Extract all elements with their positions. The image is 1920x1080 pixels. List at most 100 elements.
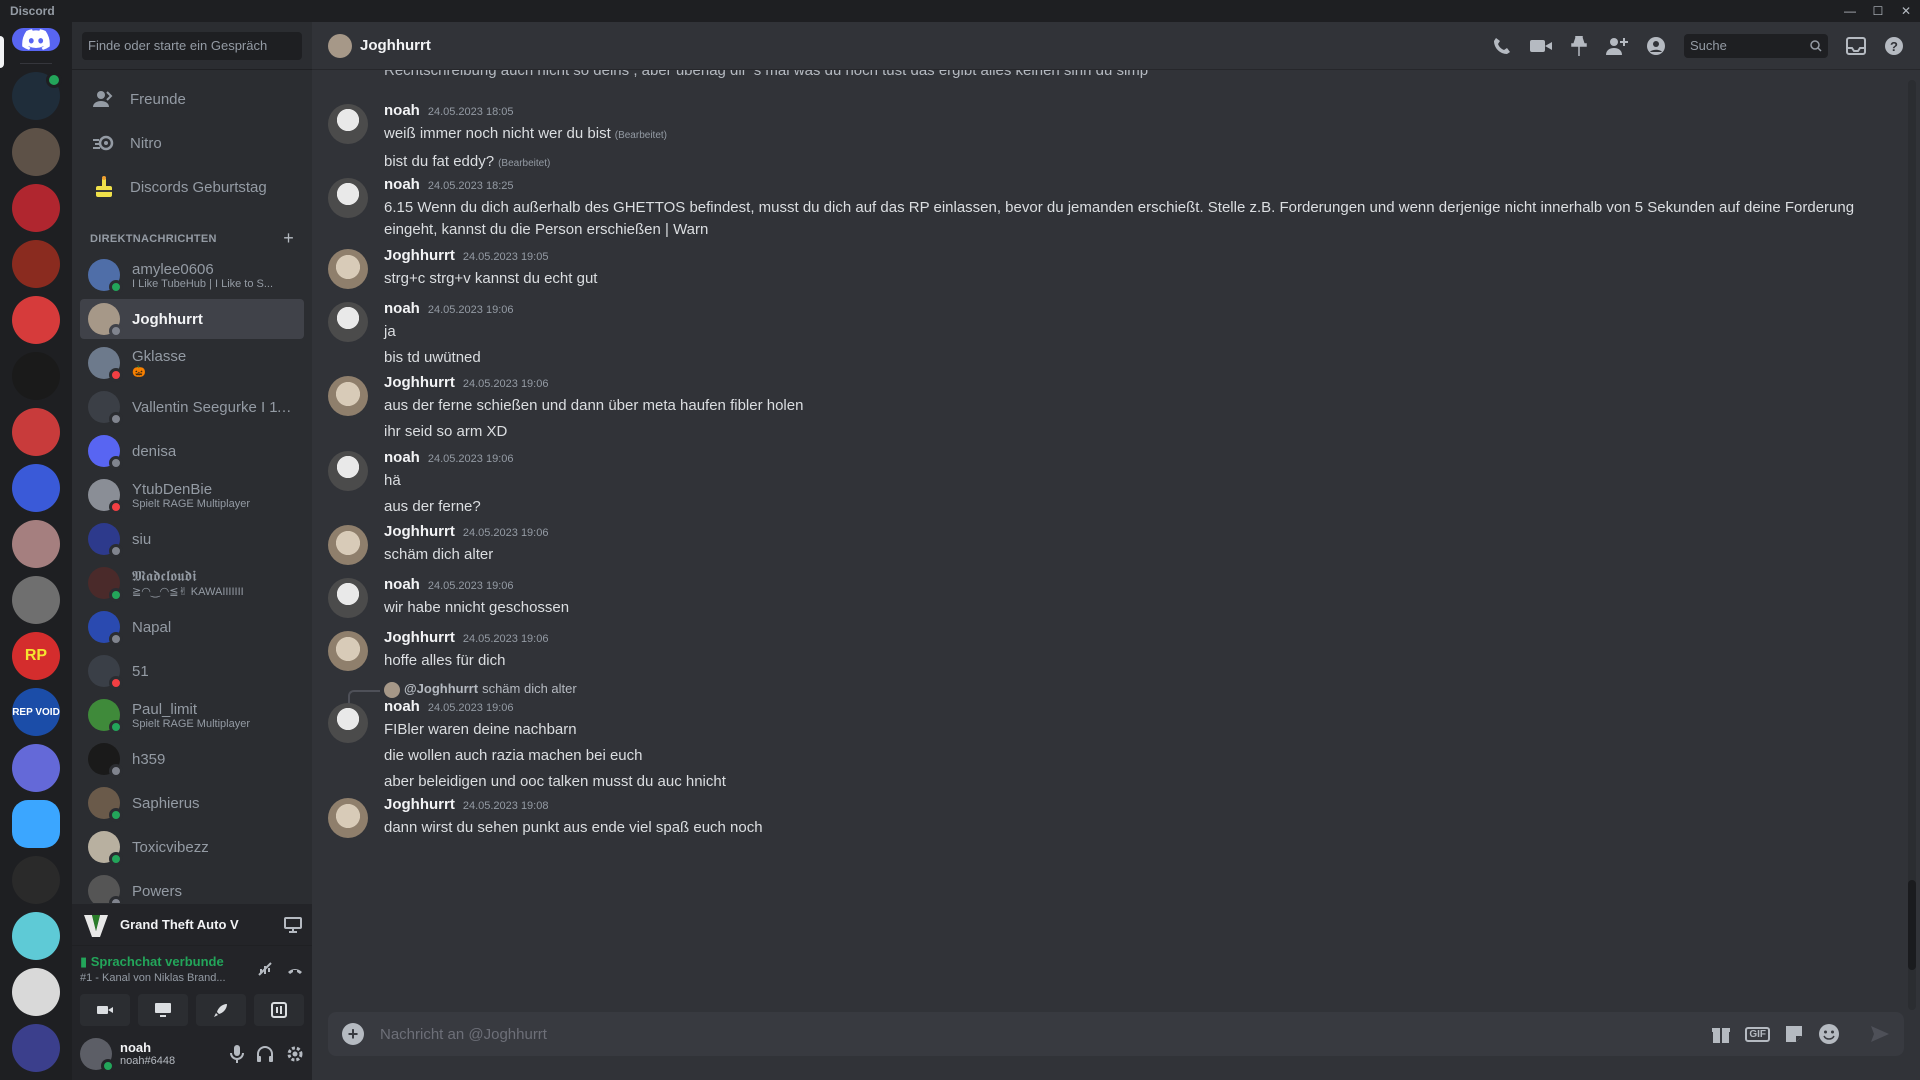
server-icon[interactable]: REP VOID <box>12 688 60 736</box>
emoji-icon[interactable] <box>1818 1023 1840 1045</box>
message-avatar[interactable] <box>328 578 368 618</box>
dm-item[interactable]: denisa <box>80 431 304 471</box>
server-icon[interactable] <box>12 1024 60 1072</box>
dm-item[interactable]: Vallentin Seegurke I 11... <box>80 387 304 427</box>
message-author[interactable]: noah <box>384 698 420 715</box>
message-avatar[interactable] <box>328 302 368 342</box>
server-icon[interactable] <box>12 128 60 176</box>
microphone-icon[interactable] <box>230 1044 244 1063</box>
status-dot <box>109 632 123 646</box>
message-avatar[interactable] <box>328 249 368 289</box>
nav-nitro[interactable]: Nitro <box>80 122 304 164</box>
message-author[interactable]: Joghhurrt <box>384 629 455 646</box>
message-author[interactable]: Joghhurrt <box>384 374 455 391</box>
message-avatar[interactable] <box>328 631 368 671</box>
message-avatar[interactable] <box>328 798 368 838</box>
server-icon[interactable] <box>12 968 60 1016</box>
dm-item[interactable]: Gklasse 🎃 <box>80 343 304 383</box>
server-icon[interactable] <box>12 576 60 624</box>
server-icon[interactable] <box>12 744 60 792</box>
chat-search-input[interactable]: Suche <box>1684 33 1828 58</box>
minimize-button[interactable]: — <box>1836 0 1864 22</box>
message-author[interactable]: noah <box>384 449 420 466</box>
headphones-icon[interactable] <box>256 1045 274 1063</box>
dm-item[interactable]: siu <box>80 519 304 559</box>
attach-plus-icon[interactable]: + <box>342 1023 364 1045</box>
home-button[interactable] <box>0 28 60 69</box>
voice-call-icon[interactable] <box>1492 36 1512 56</box>
gift-icon[interactable] <box>1711 1024 1731 1044</box>
video-call-icon[interactable] <box>1530 38 1552 54</box>
soundboard-button[interactable] <box>254 994 304 1026</box>
message-avatar[interactable] <box>328 451 368 491</box>
close-button[interactable]: ✕ <box>1892 0 1920 22</box>
message-group: Joghhurrt 24.05.2023 19:05 strg+c strg+v k… <box>328 247 1888 290</box>
message-avatar[interactable] <box>328 703 368 743</box>
dm-item[interactable]: amylee0606 I Like TubeHub | I Like to S..… <box>80 255 304 295</box>
sticker-icon[interactable] <box>1784 1024 1804 1044</box>
message-group: Joghhurrt 24.05.2023 19:08 dann wirst du s… <box>328 796 1888 839</box>
activity-button[interactable] <box>196 994 246 1026</box>
reply-preview[interactable]: @Joghhurrt schäm dich alter <box>328 681 1888 704</box>
chat-scrollbar[interactable] <box>1908 80 1916 1010</box>
voice-channel-name[interactable]: #1 - Kanal von Niklas Brand... <box>80 972 226 984</box>
dm-item[interactable]: Toxicvibezz <box>80 827 304 867</box>
server-icon[interactable] <box>12 800 60 848</box>
message-text: schäm dich alter <box>384 546 494 563</box>
help-icon[interactable]: ? <box>1884 36 1904 56</box>
pinned-messages-icon[interactable] <box>1570 35 1588 56</box>
inbox-icon[interactable] <box>1846 36 1866 55</box>
dm-item[interactable]: 𝕸𝖆𝖉𝖈𝖑𝖔𝖚𝖉𝖎 ≧◠‿◠≦✌ KAWAIIIIIII <box>80 563 304 603</box>
gif-button[interactable]: GIF <box>1745 1026 1770 1042</box>
message-author[interactable]: noah <box>384 176 420 193</box>
dm-item[interactable]: Saphierus <box>80 783 304 823</box>
server-icon[interactable] <box>12 184 60 232</box>
user-profile-icon[interactable] <box>1646 36 1666 56</box>
noise-suppression-icon[interactable] <box>256 960 274 978</box>
server-icon[interactable] <box>12 856 60 904</box>
message-author[interactable]: noah <box>384 102 420 119</box>
disconnect-icon[interactable] <box>286 960 304 978</box>
message-input[interactable]: Nachricht an @Joghhurrt <box>380 1026 1711 1043</box>
dm-item[interactable]: Napal <box>80 607 304 647</box>
nav-friends[interactable]: Freunde <box>80 78 304 120</box>
dm-item[interactable]: Joghhurrt <box>80 299 304 339</box>
server-icon[interactable] <box>12 240 60 288</box>
message-author[interactable]: Joghhurrt <box>384 523 455 540</box>
message-avatar[interactable] <box>328 376 368 416</box>
share-screen-button[interactable] <box>138 994 188 1026</box>
server-icon[interactable] <box>12 352 60 400</box>
dm-item[interactable]: 51 <box>80 651 304 691</box>
voice-status[interactable]: ▮ Sprachchat verbunde <box>80 954 226 970</box>
message-author[interactable]: Joghhurrt <box>384 796 455 813</box>
settings-gear-icon[interactable] <box>286 1045 304 1063</box>
screen-share-icon[interactable] <box>284 916 302 933</box>
send-icon[interactable] <box>1870 1025 1890 1043</box>
recipient-name[interactable]: Joghhurrt <box>360 37 431 54</box>
create-dm-icon[interactable]: + <box>283 228 294 249</box>
server-icon[interactable] <box>12 464 60 512</box>
server-icon[interactable] <box>12 408 60 456</box>
server-icon[interactable] <box>12 72 62 120</box>
message-avatar[interactable] <box>328 525 368 565</box>
message-author[interactable]: Joghhurrt <box>384 247 455 264</box>
dm-item[interactable]: h359 <box>80 739 304 779</box>
dm-search-input[interactable]: Finde oder starte ein Gespräch <box>82 31 302 60</box>
message-avatar[interactable] <box>328 104 368 144</box>
server-icon[interactable]: RP <box>12 632 60 680</box>
dm-item[interactable]: Powers <box>80 871 304 903</box>
add-friend-icon[interactable] <box>1606 36 1628 56</box>
server-icon[interactable] <box>12 296 60 344</box>
message-avatar[interactable] <box>328 178 368 218</box>
nav-birthday[interactable]: Discords Geburtstag <box>80 166 304 208</box>
dm-item[interactable]: YtubDenBie Spielt RAGE Multiplayer <box>80 475 304 515</box>
recipient-avatar[interactable] <box>328 33 352 58</box>
dm-item[interactable]: Paul_limit Spielt RAGE Multiplayer <box>80 695 304 735</box>
camera-button[interactable] <box>80 994 130 1026</box>
server-icon[interactable] <box>12 912 60 960</box>
user-avatar[interactable] <box>80 1037 115 1073</box>
maximize-button[interactable]: ☐ <box>1864 0 1892 22</box>
message-author[interactable]: noah <box>384 300 420 317</box>
message-author[interactable]: noah <box>384 576 420 593</box>
server-icon[interactable] <box>12 520 60 568</box>
